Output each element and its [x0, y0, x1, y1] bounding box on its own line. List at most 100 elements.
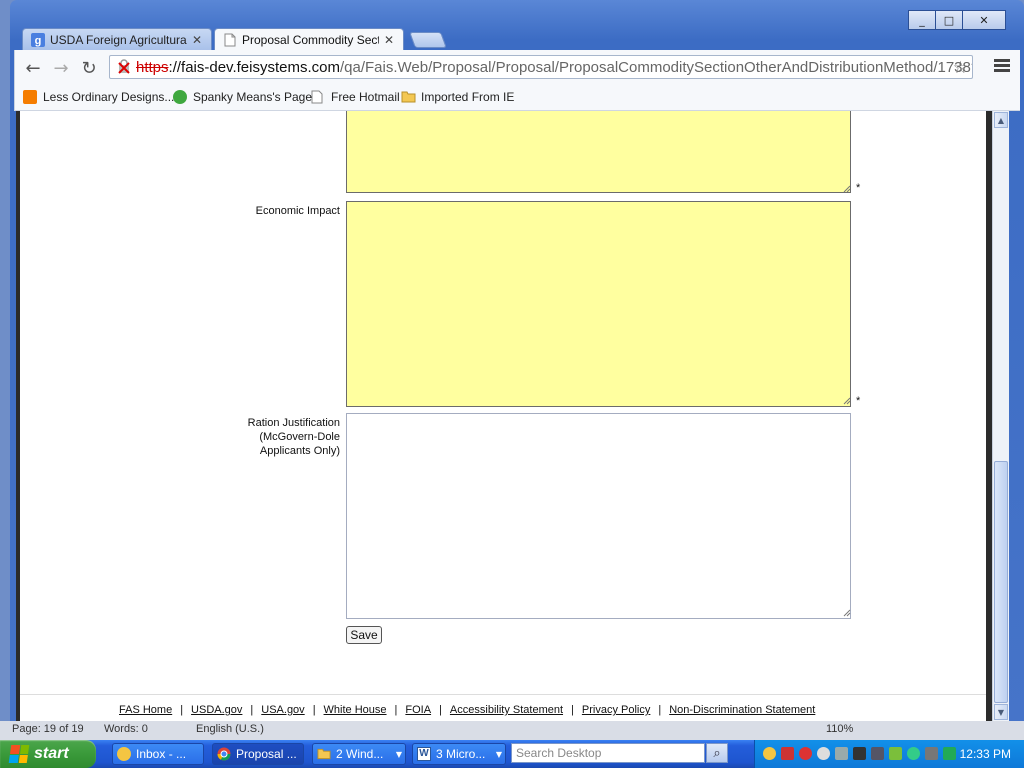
word-icon: W [417, 747, 431, 761]
scrollbar-thumb[interactable] [994, 461, 1008, 703]
footer-link-foia[interactable]: FOIA [405, 704, 431, 716]
taskbar-item-label: Proposal ... [236, 747, 297, 761]
page-viewport: * Economic Impact * Ration Justification… [16, 111, 990, 721]
scroll-up-icon[interactable]: ▲ [994, 112, 1008, 128]
system-tray: 12:33 PM [754, 740, 1024, 768]
search-magnifier-icon[interactable]: ⌕ [706, 743, 728, 763]
tab-title: USDA Foreign Agricultural Se [50, 32, 187, 47]
window-controls: _ □ ✕ [908, 10, 1006, 30]
footer-separator: | [571, 704, 574, 716]
close-window-button[interactable]: ✕ [963, 10, 1006, 30]
footer-link-white-house[interactable]: White House [324, 704, 387, 716]
footer-separator: | [439, 704, 442, 716]
broken-lock-icon [116, 59, 132, 75]
scroll-down-icon[interactable]: ▼ [994, 704, 1008, 720]
tab-title: Proposal Commodity Section [242, 32, 379, 47]
bookmark-spanky-means-page[interactable]: Spanky Means's Page [173, 90, 312, 104]
search-desktop-input[interactable]: Search Desktop [511, 743, 705, 763]
ration-label-line: Ration Justification [247, 417, 340, 429]
bookmark-free-hotmail[interactable]: Free Hotmail [311, 90, 400, 104]
resize-grip-icon[interactable] [842, 396, 851, 405]
start-label: start [34, 745, 69, 762]
browser-toolbar: ← → ↻ https://fais-dev.feisystems.com/qa… [14, 50, 1020, 86]
economic-impact-textarea[interactable] [346, 201, 851, 407]
footer-link-accessibility-statement[interactable]: Accessibility Statement [450, 704, 563, 716]
taskbar-item-label: 3 Micro... [436, 747, 486, 761]
outlook-icon [117, 747, 131, 761]
tab-usda-foreign-agricultural[interactable]: g USDA Foreign Agricultural Se ✕ [22, 28, 212, 50]
close-tab-icon[interactable]: ✕ [191, 33, 203, 47]
url-path: /qa/Fais.Web/Proposal/Proposal/ProposalC… [339, 58, 973, 76]
forward-button[interactable]: → [51, 58, 71, 79]
bookmark-label: Less Ordinary Designs... [43, 90, 175, 104]
start-button[interactable]: start [0, 740, 96, 768]
group-arrow-icon: ▼ [395, 749, 402, 759]
taskbar-item-inbox[interactable]: Inbox - ... [112, 743, 204, 765]
security-tray-icon[interactable] [943, 747, 956, 760]
blogger-icon [23, 90, 37, 104]
ration-justification-textarea[interactable] [346, 413, 851, 619]
minimize-button[interactable]: _ [908, 10, 936, 30]
taskbar-item-microsoft-word[interactable]: W 3 Micro... ▼ [412, 743, 506, 765]
green-circle-icon [173, 90, 187, 104]
mcafee-tray-icon[interactable] [781, 747, 794, 760]
network-tray-icon[interactable] [853, 747, 866, 760]
back-button[interactable]: ← [23, 58, 43, 79]
footer-separator: | [394, 704, 398, 716]
bookmark-star-icon[interactable]: ☆ [953, 58, 968, 78]
previous-field-textarea[interactable] [346, 111, 851, 193]
new-tab-button[interactable] [409, 32, 447, 48]
system-clock: 12:33 PM [959, 747, 1011, 761]
footer-link-fas-home[interactable]: FAS Home [119, 704, 172, 716]
close-tab-icon[interactable]: ✕ [383, 33, 395, 47]
folder-icon [401, 90, 416, 104]
page-icon [223, 33, 237, 47]
network-warning-icon[interactable] [799, 747, 812, 760]
language-text: English (U.S.) [196, 723, 264, 735]
sync-tray-icon[interactable] [907, 747, 920, 760]
ration-justification-label: Ration Justification (McGovern-Dole Appl… [248, 416, 340, 458]
ration-label-line: (McGovern-Dole [259, 431, 340, 443]
audio-tray-icon[interactable] [871, 747, 884, 760]
address-bar[interactable]: https://fais-dev.feisystems.com/qa/Fais.… [109, 55, 973, 79]
save-button[interactable]: Save [346, 626, 382, 644]
vertical-scrollbar[interactable]: ▲ ▼ [992, 111, 1009, 721]
footer-link-privacy-policy[interactable]: Privacy Policy [582, 704, 650, 716]
required-marker: * [856, 182, 861, 194]
chrome-icon [217, 747, 231, 761]
search-tray-icon[interactable] [817, 747, 830, 760]
footer-links: FAS Home | USDA.gov | USA.gov | White House | FO… [119, 704, 815, 716]
taskbar-item-windows-explorer[interactable]: 2 Wind... ▼ [312, 743, 406, 765]
page-count-text: Page: 19 of 19 [12, 723, 84, 735]
bookmark-label: Free Hotmail [331, 90, 400, 104]
resize-grip-icon[interactable] [842, 184, 851, 193]
resize-grip-icon[interactable] [842, 608, 851, 617]
reload-button[interactable]: ↻ [79, 58, 99, 79]
taskbar-item-label: Inbox - ... [136, 747, 187, 761]
taskbar-item-proposal[interactable]: Proposal ... [212, 743, 304, 765]
bookmark-imported-from-ie[interactable]: Imported From IE [401, 90, 514, 104]
footer-separator: | [312, 704, 316, 716]
tab-proposal-commodity-section[interactable]: Proposal Commodity Section ✕ [214, 28, 404, 50]
footer-link-usda-gov[interactable]: USDA.gov [191, 704, 242, 716]
footer-link-usa-gov[interactable]: USA.gov [261, 704, 304, 716]
footer-link-non-discrimination-statement[interactable]: Non-Discrimination Statement [669, 704, 815, 716]
svg-text:g: g [35, 35, 42, 47]
display-tray-icon[interactable] [835, 747, 848, 760]
outlook-tray-icon[interactable] [763, 747, 776, 760]
url-host: ://fais-dev.feisystems.com [168, 58, 340, 76]
taskbar-item-label: 2 Wind... [336, 747, 384, 761]
windows-logo-icon [8, 745, 30, 763]
bookmark-label: Imported From IE [421, 90, 515, 104]
maximize-button[interactable]: □ [936, 10, 963, 30]
nvidia-tray-icon[interactable] [889, 747, 902, 760]
chrome-menu-button[interactable] [994, 59, 1010, 75]
bookmark-less-ordinary-designs[interactable]: Less Ordinary Designs... [23, 90, 174, 104]
bookmark-label: Spanky Means's Page [193, 90, 313, 104]
page-footer: FAS Home | USDA.gov | USA.gov | White House | FO… [20, 694, 990, 721]
economic-impact-label: Economic Impact [255, 205, 340, 217]
device-tray-icon[interactable] [925, 747, 938, 760]
url-scheme: https [136, 58, 169, 76]
page-icon [311, 90, 325, 104]
zoom-text: 110% [826, 723, 854, 735]
